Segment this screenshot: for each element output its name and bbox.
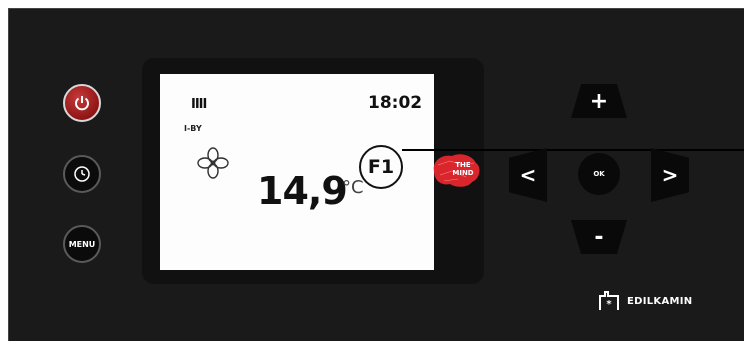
svg-text:*: * [606, 299, 612, 310]
menu-button-label: MENU [68, 239, 96, 249]
menu-button[interactable]: MENU [63, 225, 101, 263]
power-icon [75, 96, 89, 111]
brand-name: EDILKAMIN [627, 296, 693, 307]
clock-time: 18:02 [368, 93, 423, 113]
mode-label: I-BY [184, 124, 202, 133]
clock-button[interactable] [63, 155, 101, 193]
flame-level-icon: IIII [191, 97, 207, 112]
temperature-unit: °C [342, 177, 364, 198]
the-mind-line2: MIND [452, 169, 474, 177]
edilkamin-logo-icon: * [599, 291, 619, 310]
the-mind-badge: THE MIND [445, 161, 481, 177]
f1-callout-label: F1 [367, 156, 395, 178]
the-mind-line1: THE [455, 161, 471, 169]
temperature-value: 14,9 [257, 169, 348, 213]
ok-button[interactable]: OK [578, 153, 620, 195]
fan-icon [197, 147, 229, 179]
clock-icon [74, 166, 90, 182]
power-button[interactable] [63, 84, 101, 122]
f1-callout: F1 [359, 145, 403, 189]
